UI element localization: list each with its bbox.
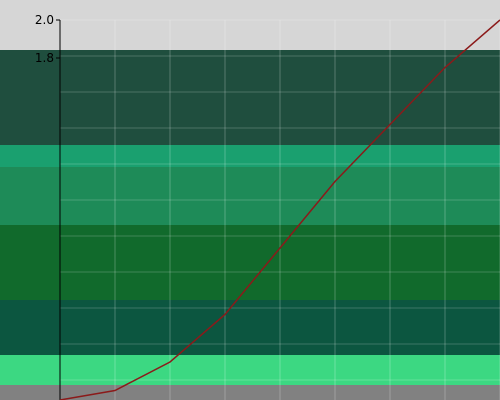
grid-lines <box>59 19 500 400</box>
y-axis: 2.0 1.8 <box>35 13 61 400</box>
y-tick-label: 2.0 <box>35 13 54 27</box>
line-chart: 2.0 1.8 <box>35 13 500 400</box>
y-tick-label: 1.8 <box>35 51 54 65</box>
